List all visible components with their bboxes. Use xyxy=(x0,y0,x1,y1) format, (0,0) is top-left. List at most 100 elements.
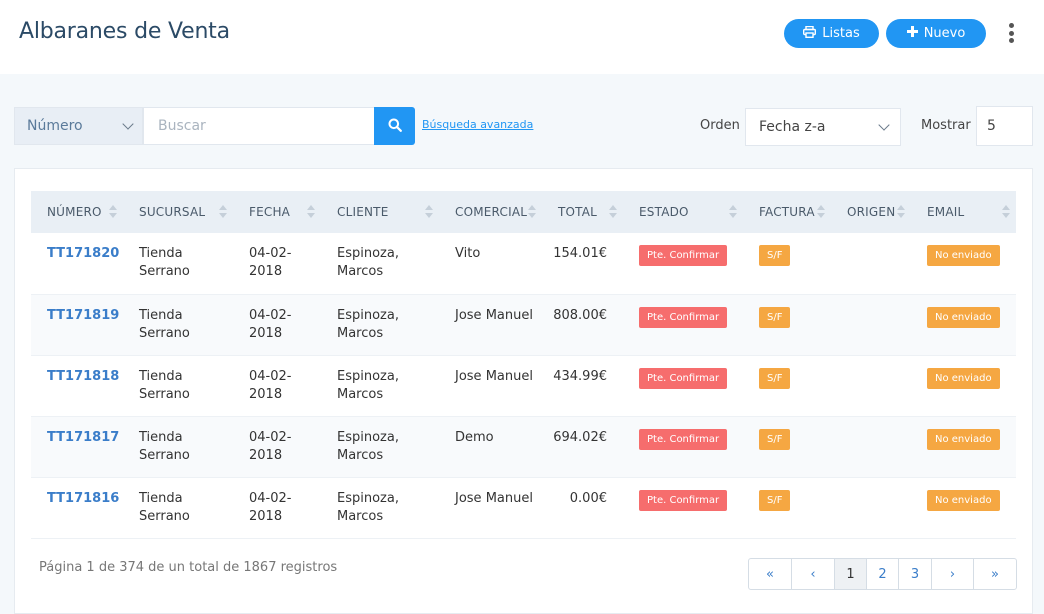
column-header-factura[interactable]: FACTURA xyxy=(743,191,831,233)
search-field-value: Número xyxy=(27,118,83,134)
printer-icon xyxy=(803,25,817,42)
search-field-select[interactable]: Número xyxy=(14,107,143,145)
sort-icon xyxy=(817,205,825,219)
sort-icon xyxy=(109,205,117,219)
origen-cell xyxy=(831,294,911,355)
column-header-estado[interactable]: ESTADO xyxy=(623,191,743,233)
numero-link[interactable]: TT171819 xyxy=(47,308,119,323)
numero-link[interactable]: TT171820 xyxy=(47,246,119,261)
chevron-down-icon xyxy=(122,118,134,130)
comercial-cell: Vito xyxy=(455,246,481,261)
sort-icon xyxy=(897,205,905,219)
search-input[interactable] xyxy=(143,107,375,145)
numero-link[interactable]: TT171816 xyxy=(47,491,119,506)
sort-icon xyxy=(307,205,315,219)
next-page-button[interactable]: › xyxy=(932,559,974,589)
sucursal-cell: Tienda Serrano xyxy=(139,490,190,524)
numero-link[interactable]: TT171817 xyxy=(47,430,119,445)
origen-cell xyxy=(831,233,911,294)
sucursal-cell: Tienda Serrano xyxy=(139,429,190,463)
more-options-icon[interactable] xyxy=(1003,21,1019,45)
cliente-cell: Espinoza, Marcos xyxy=(337,490,399,524)
fecha-cell: 04-02-2018 xyxy=(249,368,292,402)
column-header-cliente[interactable]: CLIENTE xyxy=(321,191,439,233)
comercial-cell: Demo xyxy=(455,429,494,445)
table-row[interactable]: TT171818 Tienda Serrano 04-02-2018 Espin… xyxy=(31,355,1016,416)
total-cell: 434.99€ xyxy=(553,368,607,384)
table-row[interactable]: TT171820 Tienda Serrano 04-02-2018 Espin… xyxy=(31,233,1016,294)
first-page-button[interactable]: « xyxy=(749,559,792,589)
email-badge: No enviado xyxy=(927,367,1000,389)
email-badge: No enviado xyxy=(927,428,1000,450)
column-header-origen[interactable]: ORIGEN xyxy=(831,191,911,233)
chevron-down-icon xyxy=(878,119,890,131)
factura-badge: S/F xyxy=(759,489,791,511)
origen-cell xyxy=(831,416,911,477)
total-cell: 154.01€ xyxy=(553,246,607,261)
sort-icon xyxy=(1002,205,1010,219)
plus-icon xyxy=(906,26,918,41)
fecha-cell: 04-02-2018 xyxy=(249,490,292,524)
estado-badge: Pte. Confirmar xyxy=(639,367,728,389)
search-icon xyxy=(388,117,402,136)
estado-badge: Pte. Confirmar xyxy=(639,489,728,511)
column-header-sucursal[interactable]: SUCURSAL xyxy=(123,191,233,233)
sort-icon xyxy=(219,205,227,219)
page-3-button[interactable]: 3 xyxy=(899,559,932,589)
estado-badge: Pte. Confirmar xyxy=(639,306,728,328)
table-row[interactable]: TT171816 Tienda Serrano 04-02-2018 Espin… xyxy=(31,477,1016,538)
cliente-cell: Espinoza, Marcos xyxy=(337,307,399,341)
column-header-total[interactable]: TOTAL xyxy=(542,191,623,233)
comercial-cell: Jose Manuel xyxy=(455,368,533,384)
sucursal-cell: Tienda Serrano xyxy=(139,368,190,402)
sort-icon xyxy=(528,205,536,219)
table-row[interactable]: TT171819 Tienda Serrano 04-02-2018 Espin… xyxy=(31,294,1016,355)
table-header-row: NÚMERO SUCURSAL FECHA CLIENTE COMERCIAL … xyxy=(31,191,1016,233)
comercial-cell: Jose Manuel xyxy=(455,307,533,323)
fecha-cell: 04-02-2018 xyxy=(249,246,292,279)
orden-select[interactable]: Fecha z-a xyxy=(745,108,901,146)
email-badge: No enviado xyxy=(927,245,1000,266)
column-header-email[interactable]: EMAIL xyxy=(911,191,1016,233)
comercial-cell: Jose Manuel xyxy=(455,490,533,506)
total-cell: 0.00€ xyxy=(569,490,607,506)
pagination: « ‹ 1 2 3 › » xyxy=(748,558,1017,590)
email-badge: No enviado xyxy=(927,306,1000,328)
column-header-fecha[interactable]: FECHA xyxy=(233,191,321,233)
mostrar-label: Mostrar xyxy=(921,118,971,133)
email-badge: No enviado xyxy=(927,489,1000,511)
column-header-comercial[interactable]: COMERCIAL xyxy=(439,191,542,233)
cliente-cell: Espinoza, Marcos xyxy=(337,429,399,463)
cliente-cell: Espinoza, Marcos xyxy=(337,368,399,402)
total-cell: 694.02€ xyxy=(553,429,607,445)
advanced-search-link[interactable]: Búsqueda avanzada xyxy=(422,118,533,131)
mostrar-input[interactable] xyxy=(976,106,1033,146)
orden-label: Orden xyxy=(700,118,740,133)
sort-icon xyxy=(729,205,737,219)
listas-label: Listas xyxy=(822,26,860,41)
cliente-cell: Espinoza, Marcos xyxy=(337,246,399,279)
table-row[interactable]: TT171817 Tienda Serrano 04-02-2018 Espin… xyxy=(31,416,1016,477)
listas-button[interactable]: Listas xyxy=(784,19,879,48)
factura-badge: S/F xyxy=(759,306,791,328)
sucursal-cell: Tienda Serrano xyxy=(139,246,190,279)
results-panel: NÚMERO SUCURSAL FECHA CLIENTE COMERCIAL … xyxy=(14,168,1033,614)
pagination-summary: Página 1 de 374 de un total de 1867 regi… xyxy=(39,560,338,575)
total-cell: 808.00€ xyxy=(553,307,607,323)
column-header-numero[interactable]: NÚMERO xyxy=(31,191,123,233)
search-button[interactable] xyxy=(374,107,415,145)
page-header: Albaranes de Venta Listas Nuevo xyxy=(0,0,1044,74)
nuevo-button[interactable]: Nuevo xyxy=(886,19,986,48)
page-title: Albaranes de Venta xyxy=(19,19,230,44)
sort-icon xyxy=(425,205,433,219)
last-page-button[interactable]: » xyxy=(974,559,1016,589)
fecha-cell: 04-02-2018 xyxy=(249,307,292,341)
origen-cell xyxy=(831,355,911,416)
page-1-button[interactable]: 1 xyxy=(835,559,867,589)
prev-page-button[interactable]: ‹ xyxy=(792,559,835,589)
page-2-button[interactable]: 2 xyxy=(867,559,899,589)
albaranes-table: NÚMERO SUCURSAL FECHA CLIENTE COMERCIAL … xyxy=(31,191,1016,539)
factura-badge: S/F xyxy=(759,245,791,266)
numero-link[interactable]: TT171818 xyxy=(47,369,119,384)
estado-badge: Pte. Confirmar xyxy=(639,245,728,266)
